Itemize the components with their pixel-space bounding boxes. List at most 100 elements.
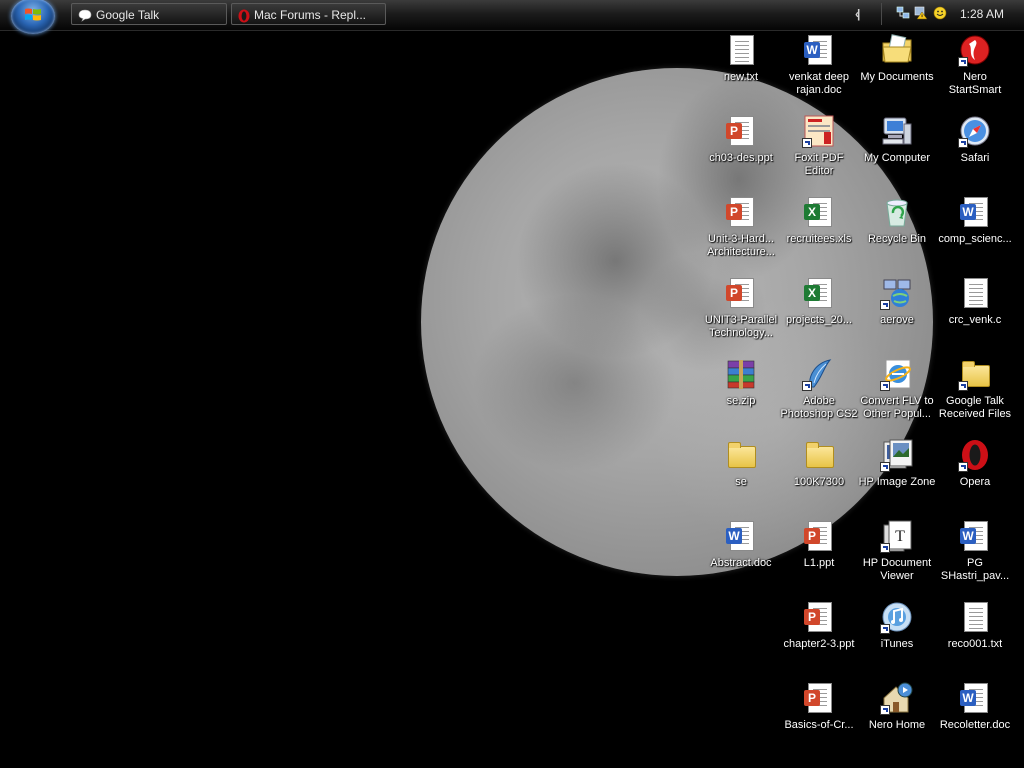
desktop-icon-label: Google Talk Received Files	[938, 395, 1012, 420]
desktop-icon-label: PG SHastri_pav...	[940, 557, 1010, 582]
hpimage-file-icon	[880, 438, 914, 472]
desktop-icon-my-documents[interactable]: My Documents	[858, 33, 936, 111]
shortcut-arrow-icon	[802, 381, 812, 391]
desktop-icon-opera[interactable]: Opera	[936, 438, 1014, 516]
desktop-icon-safari[interactable]: Safari	[936, 114, 1014, 192]
shortcut-arrow-icon	[958, 57, 968, 67]
taskbar-item-label: Mac Forums - Repl...	[254, 8, 367, 22]
desktop-icon-label: My Documents	[860, 71, 934, 83]
desktop-icon-crc-venk-c[interactable]: crc_venk.c	[936, 276, 1014, 354]
desktop-icon-label: HP Document Viewer	[862, 557, 932, 582]
desktop-icon-aerove[interactable]: aerove	[858, 276, 936, 354]
taskbar-item-opera[interactable]: Mac Forums - Repl...	[231, 3, 386, 25]
desktop-icon-adobe-photoshop-cs2[interactable]: Adobe Photoshop CS2	[780, 357, 858, 435]
desktop-icon-se-zip[interactable]: se.zip	[702, 357, 780, 435]
desktop-icon-venkat-deep-rajan-doc[interactable]: Wvenkat deep rajan.doc	[780, 33, 858, 111]
doc-file-icon: W	[958, 519, 992, 553]
shortcut-arrow-icon	[802, 138, 812, 148]
desktop-icon-label: Convert FLV to Other Popul...	[860, 395, 934, 420]
desktop-icon-pg-shastri-pav[interactable]: W PG SHastri_pav...	[936, 519, 1014, 597]
recycle-file-icon	[880, 195, 914, 229]
desktop-icon-label: UNIT3-Parallel Technology...	[704, 314, 778, 339]
desktop-icon-foxit-pdf-editor[interactable]: Foxit PDF Editor	[780, 114, 858, 192]
messenger-smiley-icon[interactable]	[933, 6, 947, 20]
mydocs-file-icon	[880, 33, 914, 67]
doc-file-icon: W	[958, 681, 992, 715]
security-warning-icon[interactable]	[914, 6, 928, 20]
ppt-file-icon: P	[724, 114, 758, 148]
ppt-file-icon: P	[802, 681, 836, 715]
desktop-icon-label: Unit-3-Hard... Architecture...	[707, 233, 775, 258]
nero-file-icon	[958, 33, 992, 67]
opera-file-icon	[958, 438, 992, 472]
ppt-file-icon: P	[802, 600, 836, 634]
xls-file-icon: X	[802, 276, 836, 310]
google-talk-icon	[78, 10, 92, 23]
shortcut-arrow-icon	[880, 705, 890, 715]
foxit-file-icon	[802, 114, 836, 148]
doc-file-icon: W	[802, 33, 836, 67]
desktop-icon-google-talk-received-files[interactable]: Google Talk Received Files	[936, 357, 1014, 435]
desktop-icon-recycle-bin[interactable]: Recycle Bin	[858, 195, 936, 273]
desktop-icon-label: Foxit PDF Editor	[794, 152, 844, 177]
desktop-icon-label: HP Image Zone	[858, 476, 936, 488]
desktop-icon-se[interactable]: se	[702, 438, 780, 516]
shortcut-arrow-icon	[880, 624, 890, 634]
windows-logo-icon	[25, 8, 41, 21]
folder-file-icon	[802, 438, 836, 472]
shortcut-arrow-icon	[958, 462, 968, 472]
taskbar-item-google-talk[interactable]: Google Talk	[71, 3, 227, 25]
clock[interactable]: 1:28 AM	[960, 3, 1004, 25]
desktop-icon-hp-image-zone[interactable]: HP Image Zone	[858, 438, 936, 516]
desktop-icon-convert-flv-to-other-popul[interactable]: Convert FLV to Other Popul...	[858, 357, 936, 435]
desktop-icon-label: aerove	[880, 314, 914, 326]
desktop-icon-label: Safari	[960, 152, 990, 164]
desktop-icon-label: Abstract.doc	[710, 557, 772, 569]
txt-file-icon	[724, 33, 758, 67]
txt-file-icon	[958, 600, 992, 634]
desktop-icon-comp-scienc[interactable]: Wcomp_scienc...	[936, 195, 1014, 273]
desktop-icon-itunes[interactable]: iTunes	[858, 600, 936, 678]
network-icon[interactable]	[896, 6, 910, 20]
desktop-icon-new-txt[interactable]: new.txt	[702, 33, 780, 111]
desktop-icon-reco001-txt[interactable]: reco001.txt	[936, 600, 1014, 678]
desktop-icon-hp-document-viewer[interactable]: T HP Document Viewer	[858, 519, 936, 597]
tray-expand-button[interactable]: ‹|	[855, 7, 861, 21]
network-file-icon	[880, 276, 914, 310]
desktop-icon-nero-home[interactable]: Nero Home	[858, 681, 936, 759]
desktop-icon-recoletter-doc[interactable]: W Recoletter.doc	[936, 681, 1014, 759]
desktop-icon-my-computer[interactable]: My Computer	[858, 114, 936, 192]
desktop-icon-unit3-parallel-technology[interactable]: P UNIT3-Parallel Technology...	[702, 276, 780, 354]
desktop-icon-label: Recoletter.doc	[939, 719, 1011, 731]
desktop-icon-ch03-des-ppt[interactable]: Pch03-des.ppt	[702, 114, 780, 192]
desktop-icon-basics-of-cr[interactable]: P Basics-of-Cr...	[780, 681, 858, 759]
desktop-icon-l1-ppt[interactable]: P L1.ppt	[780, 519, 858, 597]
desktop-icon-label: recruitees.xls	[786, 233, 852, 245]
desktop-icon-unit-3-hard-architecture[interactable]: P Unit-3-Hard... Architecture...	[702, 195, 780, 273]
start-button[interactable]	[11, 0, 55, 34]
desktop-icon-100k7300[interactable]: 100K7300	[780, 438, 858, 516]
desktop-icon-label: Opera	[959, 476, 991, 488]
doc-file-icon: W	[958, 195, 992, 229]
desktop-icon-label: se	[735, 476, 747, 488]
svg-text:T: T	[895, 528, 905, 545]
photoshop-file-icon	[802, 357, 836, 391]
desktop-icon-recruitees-xls[interactable]: Xrecruitees.xls	[780, 195, 858, 273]
desktop-icon-chapter2-3-ppt[interactable]: Pchapter2-3.ppt	[780, 600, 858, 678]
desktop-icon-label: Nero Home	[868, 719, 926, 731]
desktop-icon-abstract-doc[interactable]: W Abstract.doc	[702, 519, 780, 597]
desktop-icon-label: venkat deep rajan.doc	[789, 71, 849, 96]
desktop-icon-nero-startsmart[interactable]: Nero StartSmart	[936, 33, 1014, 111]
desktop-icon-label: Basics-of-Cr...	[784, 719, 854, 731]
desktop-icon-label: Recycle Bin	[867, 233, 927, 245]
desktop-icon-label: comp_scienc...	[938, 233, 1012, 245]
desktop-icon-label: projects_20...	[785, 314, 853, 326]
desktop-icon-label: ch03-des.ppt	[709, 152, 773, 164]
ppt-file-icon: P	[724, 195, 758, 229]
desktop-icon-projects-20[interactable]: Xprojects_20...	[780, 276, 858, 354]
desktop-icon-label: new.txt	[723, 71, 759, 83]
ppt-file-icon: P	[802, 519, 836, 553]
folder-file-icon	[724, 438, 758, 472]
folder-file-icon	[958, 357, 992, 391]
mycomputer-file-icon	[880, 114, 914, 148]
